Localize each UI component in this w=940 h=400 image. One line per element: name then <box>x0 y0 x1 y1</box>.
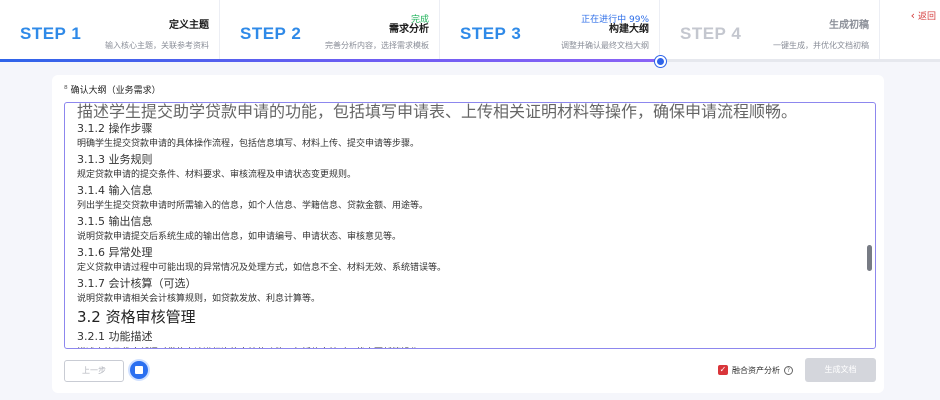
step-title: 构建大纲 <box>609 24 649 35</box>
outline-heading: 3.1.7 会计核算（可选） <box>77 277 197 290</box>
outline-paragraph: 明确学生提交贷款申请的具体操作流程，包括信息填写、材料上传、提交申请等步骤。 <box>77 139 420 149</box>
step-description: 调整并确认最终文档大纲 <box>561 41 649 50</box>
step-number: STEP 4 <box>680 24 742 43</box>
outline-heading: 3.1.5 输出信息 <box>77 215 153 228</box>
outline-paragraph: 说明贷款申请相关会计核算规则，如贷款发放、利息计算等。 <box>77 294 321 304</box>
outline-paragraph: 规定贷款申请的提交条件、材料要求、审核流程及申请状态变更规则。 <box>77 170 357 180</box>
step-title: 定义主题 <box>169 20 209 31</box>
step-title: 需求分析 <box>389 24 429 35</box>
step-description: 一键生成，并优化文档初稿 <box>773 41 869 50</box>
stop-generation-button[interactable] <box>130 361 148 379</box>
merge-checkbox[interactable]: ✓ <box>718 365 728 375</box>
outline-panel: ⁸ 确认大纲（业务需求） 描述学生提交助学贷款申请的功能，包括填写申请表、上传相… <box>52 75 884 393</box>
section-header: ⁸ 确认大纲（业务需求） <box>64 83 161 97</box>
back-label: 返回 <box>917 12 936 22</box>
generate-document-button[interactable]: 生成文档 <box>805 358 876 382</box>
outline-paragraph: 列出学生提交贷款申请时所需输入的信息，如个人信息、学籍信息、贷款金额、用途等。 <box>77 201 429 211</box>
progress-marker <box>655 56 666 67</box>
outline-heading: 3.1.3 业务规则 <box>77 153 153 166</box>
outline-heading: 3.1.4 输入信息 <box>77 184 153 197</box>
back-button[interactable]: ‹ 返回 <box>911 9 936 22</box>
merge-label: 融合资产分析 <box>732 365 780 375</box>
help-icon[interactable]: ? <box>784 365 793 375</box>
stepper: STEP 1 定义主题 输入核心主题，关联参考资料 STEP 2 完成 需求分析… <box>0 0 940 67</box>
outline-heading: 3.2 资格审核管理 <box>77 308 196 326</box>
step-number: STEP 1 <box>20 24 82 43</box>
step-description: 输入核心主题，关联参考资料 <box>105 41 209 50</box>
step-1[interactable]: STEP 1 定义主题 输入核心主题，关联参考资料 <box>0 0 220 62</box>
outline-heading: 3.2.1 功能描述 <box>77 330 153 343</box>
previous-step-button[interactable]: 上一步 <box>64 360 124 382</box>
merge-asset-analysis[interactable]: ✓ 融合资产分析 ? <box>718 363 793 377</box>
step-3[interactable]: STEP 3 正在进行中 99% 构建大纲 调整并确认最终文档大纲 <box>440 0 660 62</box>
progress-fill <box>0 59 661 62</box>
step-2[interactable]: STEP 2 完成 需求分析 完善分析内容，选择需求模板 <box>220 0 440 62</box>
step-4[interactable]: STEP 4 生成初稿 一键生成，并优化文档初稿 <box>660 0 880 62</box>
section-title: 确认大纲（业务需求） <box>70 86 161 96</box>
outline-paragraph: 定义贷款申请过程中可能出现的异常情况及处理方式，如信息不全、材料无效、系统错误等… <box>77 263 447 273</box>
outline-heading: 3.1.2 操作步骤 <box>77 122 153 135</box>
step-description: 完善分析内容，选择需求模板 <box>325 41 429 50</box>
step-number: STEP 2 <box>240 24 302 43</box>
step-number: STEP 3 <box>460 24 522 43</box>
outline-paragraph: 说明贷款申请提交后系统生成的输出信息，如申请编号、申请状态、审核意见等。 <box>77 232 402 242</box>
outline-paragraph: 描述学生提交助学贷款申请的功能，包括填写申请表、上传相关证明材料等操作，确保申请… <box>77 102 798 121</box>
outline-paragraph: 描述高校及教育部门对贷款申请进行资格审核的功能，包括信息核对、状态更新等操作。 <box>77 347 857 348</box>
outline-content: 描述学生提交助学贷款申请的功能，包括填写申请表、上传相关证明材料等操作，确保申请… <box>77 102 857 348</box>
scrollbar-thumb[interactable] <box>867 245 872 271</box>
outline-heading: 3.1.6 异常处理 <box>77 246 153 259</box>
step-title: 生成初稿 <box>829 20 869 31</box>
outline-editor[interactable]: 描述学生提交助学贷款申请的功能，包括填写申请表、上传相关证明材料等操作，确保申请… <box>64 102 876 349</box>
chevron-left-icon: ‹ <box>910 9 915 22</box>
outline-icon: ⁸ <box>64 84 68 95</box>
